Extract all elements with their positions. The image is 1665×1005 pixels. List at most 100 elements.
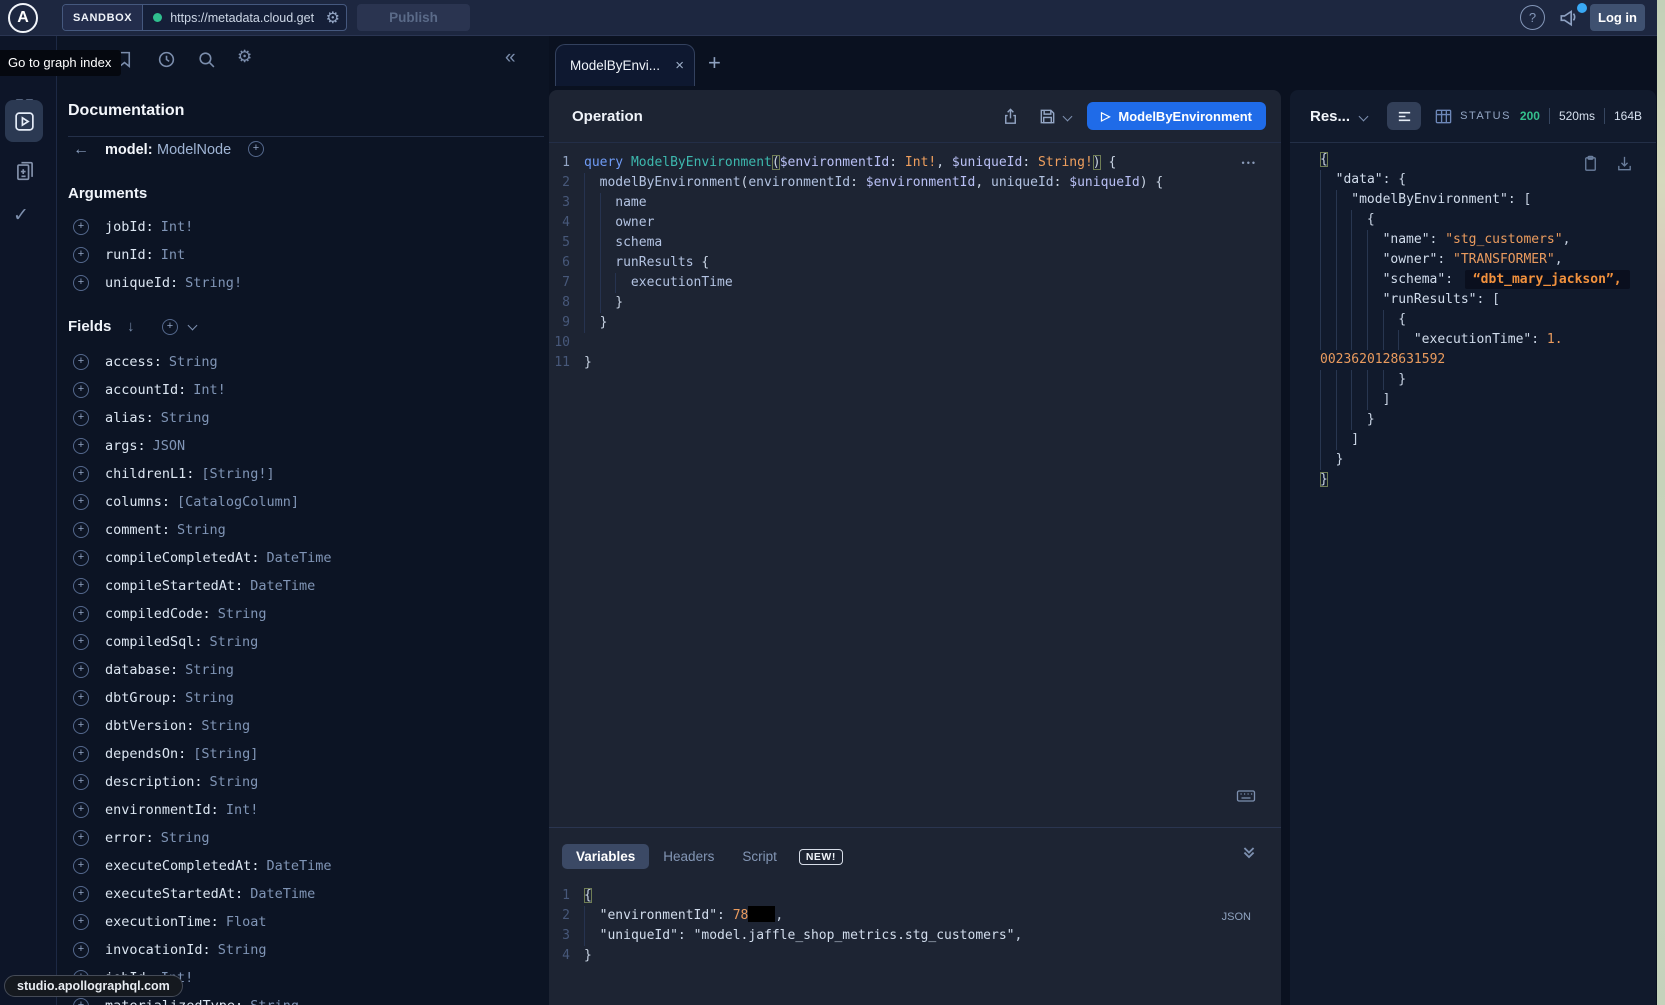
tab-headers[interactable]: Headers — [649, 844, 728, 869]
field-type[interactable]: String — [169, 354, 218, 370]
add-field-button[interactable]: + — [73, 438, 89, 454]
add-field-button[interactable]: + — [73, 354, 89, 370]
apollo-logo-icon[interactable]: A — [8, 3, 38, 33]
field-type[interactable]: JSON — [153, 438, 186, 454]
field-name[interactable]: environmentId — [105, 802, 211, 818]
add-field-button[interactable]: + — [73, 662, 89, 678]
add-type-button[interactable]: + — [248, 141, 264, 157]
field-name[interactable]: args — [105, 438, 138, 454]
add-field-button[interactable]: + — [73, 998, 89, 1005]
explorer-tab-icon[interactable] — [5, 100, 43, 142]
field-type[interactable]: Int! — [193, 382, 226, 398]
back-arrow-icon[interactable]: ← — [73, 141, 89, 159]
field-name[interactable]: database — [105, 662, 170, 678]
field-name[interactable]: access — [105, 354, 154, 370]
help-icon[interactable]: ? — [1520, 5, 1545, 30]
field-type[interactable]: [String!] — [201, 466, 274, 482]
field-name[interactable]: runId — [105, 247, 146, 263]
field-type[interactable]: String — [218, 942, 267, 958]
field-type[interactable]: [CatalogColumn] — [177, 494, 299, 510]
field-name[interactable]: accountId — [105, 382, 178, 398]
field-type[interactable]: String — [177, 522, 226, 538]
response-chevron-icon[interactable] — [1360, 107, 1367, 125]
add-field-button[interactable]: + — [73, 746, 89, 762]
field-type[interactable]: Float — [226, 914, 267, 930]
field-type[interactable]: String — [210, 774, 259, 790]
field-name[interactable]: compiledSql — [105, 634, 194, 650]
add-field-button[interactable]: + — [73, 690, 89, 706]
field-type[interactable]: String — [201, 718, 250, 734]
field-type[interactable]: String — [161, 830, 210, 846]
add-field-button[interactable]: + — [73, 522, 89, 538]
new-tab-button[interactable]: + — [708, 50, 721, 76]
table-view-toggle[interactable] — [1434, 107, 1453, 126]
add-field-button[interactable]: + — [73, 830, 89, 846]
collapse-sidebar-icon[interactable]: « — [505, 47, 516, 69]
add-field-button[interactable]: + — [73, 718, 89, 734]
field-name[interactable]: compileCompletedAt — [105, 550, 251, 566]
endpoint-url[interactable]: https://metadata.cloud.get — [170, 11, 323, 25]
field-type[interactable]: String — [161, 410, 210, 426]
add-field-button[interactable]: + — [73, 634, 89, 650]
settings-gear-icon[interactable]: ⚙ — [237, 47, 252, 67]
add-field-button[interactable]: + — [73, 410, 89, 426]
field-type[interactable]: DateTime — [250, 578, 315, 594]
publish-button[interactable]: Publish — [357, 4, 470, 31]
add-all-fields-button[interactable]: + — [162, 319, 178, 335]
field-type[interactable]: DateTime — [266, 858, 331, 874]
save-operation-icon[interactable] — [1038, 107, 1057, 126]
add-field-button[interactable]: + — [73, 606, 89, 622]
field-name[interactable]: dbtVersion — [105, 718, 186, 734]
run-operation-button[interactable]: ▷ ModelByEnvironment — [1087, 102, 1266, 130]
search-icon[interactable] — [197, 50, 216, 74]
response-body[interactable]: {"data": {"modelByEnvironment": [{"name"… — [1320, 150, 1650, 490]
field-type[interactable]: DateTime — [250, 886, 315, 902]
share-operation-icon[interactable] — [1001, 107, 1020, 126]
schema-docs-icon[interactable] — [12, 158, 38, 189]
add-field-button[interactable]: + — [73, 550, 89, 566]
add-field-button[interactable]: + — [73, 774, 89, 790]
add-field-button[interactable]: + — [73, 858, 89, 874]
add-field-button[interactable]: + — [73, 247, 89, 263]
login-button[interactable]: Log in — [1590, 4, 1645, 31]
field-name[interactable]: dependsOn — [105, 746, 178, 762]
field-type[interactable]: String — [185, 662, 234, 678]
field-name[interactable]: columns — [105, 494, 162, 510]
editor-overflow-menu-icon[interactable]: ••• — [1242, 158, 1257, 168]
sort-fields-icon[interactable]: ↓ — [127, 318, 135, 335]
field-type[interactable]: String — [210, 634, 259, 650]
field-name[interactable]: materializedType — [105, 998, 235, 1005]
field-name[interactable]: jobId — [105, 219, 146, 235]
add-field-button[interactable]: + — [73, 494, 89, 510]
tab-variables[interactable]: Variables — [562, 844, 649, 869]
close-tab-icon[interactable]: × — [675, 57, 684, 74]
add-field-button[interactable]: + — [73, 914, 89, 930]
field-type[interactable]: Int! — [161, 219, 194, 235]
field-type[interactable]: DateTime — [266, 550, 331, 566]
chevron-down-icon[interactable] — [188, 321, 198, 331]
field-name[interactable]: executionTime — [105, 914, 211, 930]
field-type[interactable]: String — [185, 690, 234, 706]
add-field-button[interactable]: + — [73, 466, 89, 482]
field-name[interactable]: compiledCode — [105, 606, 203, 622]
field-name[interactable]: dbtGroup — [105, 690, 170, 706]
add-field-button[interactable]: + — [73, 382, 89, 398]
field-type[interactable]: String! — [185, 275, 242, 291]
field-name[interactable]: compileStartedAt — [105, 578, 235, 594]
type-name-link[interactable]: ModelNode — [157, 142, 231, 158]
raw-view-toggle[interactable] — [1387, 102, 1421, 130]
add-field-button[interactable]: + — [73, 219, 89, 235]
field-name[interactable]: comment — [105, 522, 162, 538]
checklist-icon[interactable]: ✓ — [13, 204, 29, 227]
field-name[interactable]: invocationId — [105, 942, 203, 958]
add-field-button[interactable]: + — [73, 275, 89, 291]
save-options-chevron-icon[interactable] — [1064, 113, 1071, 120]
history-icon[interactable] — [157, 50, 176, 74]
field-name[interactable]: description — [105, 774, 194, 790]
field-type[interactable]: String — [250, 998, 299, 1005]
keyboard-shortcuts-icon[interactable] — [1235, 785, 1257, 812]
field-type[interactable]: String — [218, 606, 267, 622]
field-type[interactable]: Int — [161, 247, 185, 263]
field-name[interactable]: executeCompletedAt — [105, 858, 251, 874]
field-name[interactable]: executeStartedAt — [105, 886, 235, 902]
